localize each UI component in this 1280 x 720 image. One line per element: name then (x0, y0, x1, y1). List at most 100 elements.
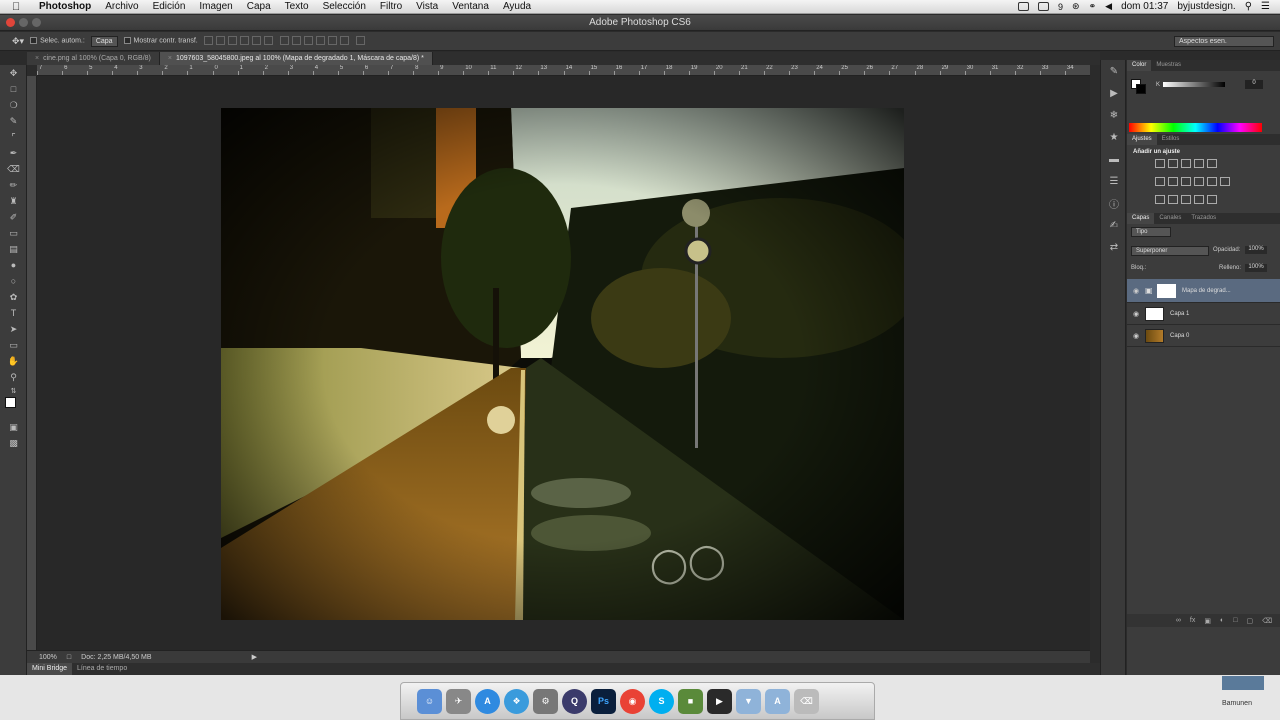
bw-adjust-icon[interactable] (1181, 177, 1191, 186)
type-tool-icon[interactable]: T (0, 305, 27, 321)
stamp-tool-icon[interactable]: ♜ (0, 193, 27, 209)
auto-align-icon[interactable] (355, 35, 365, 45)
layer-filter-dropdown[interactable]: Tipo (1131, 227, 1171, 237)
close-window-button[interactable] (6, 18, 15, 27)
auto-select-option[interactable]: Selec. autom.: (30, 37, 85, 45)
document-image[interactable]: ◯◯ (221, 108, 904, 620)
k-value[interactable]: 0 (1245, 80, 1263, 89)
move-tool-preset-icon[interactable]: ✥▾ (12, 36, 24, 47)
align-vcenter-icon[interactable] (215, 35, 225, 45)
threshold-adjust-icon[interactable] (1181, 195, 1191, 204)
clone-source-icon[interactable]: ★ (1101, 126, 1127, 148)
tab-cine[interactable]: × cine.png al 100% (Capa 0, RGB/8) (27, 52, 160, 65)
downloads-folder-icon[interactable]: ▼ (736, 688, 761, 714)
menu-filtro[interactable]: Filtro (373, 0, 409, 14)
zoom-tool-icon[interactable]: ⚲ (0, 369, 27, 385)
minimize-window-button[interactable] (19, 18, 28, 27)
layer-mask-thumb[interactable] (1157, 283, 1176, 298)
menu-vista[interactable]: Vista (409, 0, 445, 14)
posterize-adjust-icon[interactable] (1168, 195, 1178, 204)
screen-record-icon[interactable] (1018, 2, 1030, 11)
brush-panel-icon[interactable]: ❄ (1101, 104, 1127, 126)
bluetooth-icon[interactable]: ⊛ (1072, 1, 1080, 12)
brightness-adjust-icon[interactable] (1155, 159, 1165, 168)
layer-capa-0[interactable]: ◉ Capa 0 (1127, 326, 1280, 347)
fill-value[interactable]: 100% (1245, 264, 1267, 272)
clock[interactable]: dom 01:37 (1121, 1, 1168, 12)
distribute-right-icon[interactable] (339, 35, 349, 45)
link-layers-icon[interactable]: ∞ (1176, 617, 1181, 624)
quick-select-tool-icon[interactable]: ✎ (0, 113, 27, 129)
marquee-tool-icon[interactable]: □ (0, 81, 27, 97)
curves-adjust-icon[interactable] (1181, 159, 1191, 168)
tab-swatches[interactable]: Muestras (1151, 60, 1186, 71)
new-group-icon[interactable]: □ (1233, 617, 1237, 624)
tab-photo[interactable]: × 1097603_58045800.jpeg al 100% (Mapa de … (159, 52, 433, 65)
align-hcenter-icon[interactable] (251, 35, 261, 45)
quicktime-icon[interactable]: Q (562, 688, 587, 714)
quick-mask-icon[interactable]: ▣ (0, 419, 27, 435)
apple-icon[interactable]:  (12, 1, 24, 13)
layer-gradient-map[interactable]: ◉ ▣ Mapa de degrad... (1127, 279, 1280, 303)
skype-icon[interactable]: S (649, 688, 674, 714)
auto-select-dropdown[interactable]: Capa (90, 35, 118, 47)
tool-presets-icon[interactable]: ✍ (1101, 214, 1127, 236)
brush-tool-icon[interactable]: ✏ (0, 177, 27, 193)
workspace-dropdown[interactable]: Aspectos esen. (1174, 35, 1274, 47)
distribute-left-icon[interactable] (315, 35, 325, 45)
levels-adjust-icon[interactable] (1168, 159, 1178, 168)
menu-app[interactable]: Photoshop (32, 0, 98, 14)
tab-mini-bridge[interactable]: Mini Bridge (27, 663, 73, 675)
desktop-file-label[interactable]: Bamunen (1222, 700, 1252, 707)
chrome-icon[interactable]: ◉ (620, 688, 645, 714)
hue-sat-adjust-icon[interactable] (1155, 177, 1165, 186)
align-bottom-icon[interactable] (227, 35, 237, 45)
swap-colors-icon[interactable]: ⇅ (0, 385, 27, 397)
system-preferences-icon[interactable]: ⚙ (533, 688, 558, 714)
character-panel-icon[interactable]: ▬ (1101, 148, 1127, 170)
gradient-map-adjust-icon[interactable] (1194, 195, 1204, 204)
trash-icon[interactable]: ⌫ (794, 688, 819, 714)
status-export-icon[interactable]: □ (67, 654, 71, 661)
menu-seleccion[interactable]: Selección (316, 0, 373, 14)
spotlight-icon[interactable]: ⚲ (1245, 1, 1252, 12)
color-picker-swatches[interactable] (0, 397, 26, 419)
desktop-file-icon[interactable] (1222, 676, 1264, 690)
gradient-tool-icon[interactable]: ▤ (0, 241, 27, 257)
foreground-color-swatch[interactable] (5, 397, 16, 408)
hand-tool-icon[interactable]: ✋ (0, 353, 27, 369)
menu-imagen[interactable]: Imagen (192, 0, 239, 14)
menu-ventana[interactable]: Ventana (445, 0, 496, 14)
volume-icon[interactable]: ◀ (1105, 1, 1112, 12)
eye-icon[interactable]: ◉ (1127, 332, 1145, 340)
app-store-icon[interactable]: A (475, 688, 500, 714)
opacity-value[interactable]: 100% (1245, 246, 1267, 254)
info-panel-icon[interactable]: ⓘ (1101, 192, 1127, 214)
zoom-level[interactable]: 100% (39, 654, 57, 661)
wifi-icon[interactable]: ⚭ (1089, 1, 1097, 12)
align-right-icon[interactable] (263, 35, 273, 45)
tab-timeline[interactable]: Línea de tiempo (72, 663, 132, 675)
photo-filter-adjust-icon[interactable] (1194, 177, 1204, 186)
invert-adjust-icon[interactable] (1155, 195, 1165, 204)
transform-checkbox[interactable] (123, 37, 131, 45)
tab-color[interactable]: Color (1127, 60, 1152, 71)
vibrance-adjust-icon[interactable] (1207, 159, 1217, 168)
color-balance-adjust-icon[interactable] (1168, 177, 1178, 186)
user-name[interactable]: byjustdesign. (1177, 1, 1235, 12)
selective-color-adjust-icon[interactable] (1207, 195, 1217, 204)
movie-app-icon[interactable]: ▶ (707, 688, 732, 714)
tab-layers[interactable]: Capas (1127, 213, 1155, 224)
k-slider[interactable] (1163, 82, 1225, 87)
menu-ayuda[interactable]: Ayuda (496, 0, 538, 14)
pen-tool-icon[interactable]: ✿ (0, 289, 27, 305)
crop-tool-icon[interactable]: ⌜ (0, 129, 27, 145)
color-spectrum[interactable] (1129, 123, 1262, 132)
zoom-window-button[interactable] (32, 18, 41, 27)
menu-edicion[interactable]: Edición (146, 0, 193, 14)
tab-adjustments[interactable]: Ajustes (1127, 134, 1157, 145)
bg-color-swatch[interactable] (1136, 84, 1146, 94)
canvas-area[interactable]: ◯◯ (37, 76, 1090, 650)
screen-mode-icon[interactable]: ▩ (0, 435, 27, 451)
blur-tool-icon[interactable]: ● (0, 257, 27, 273)
